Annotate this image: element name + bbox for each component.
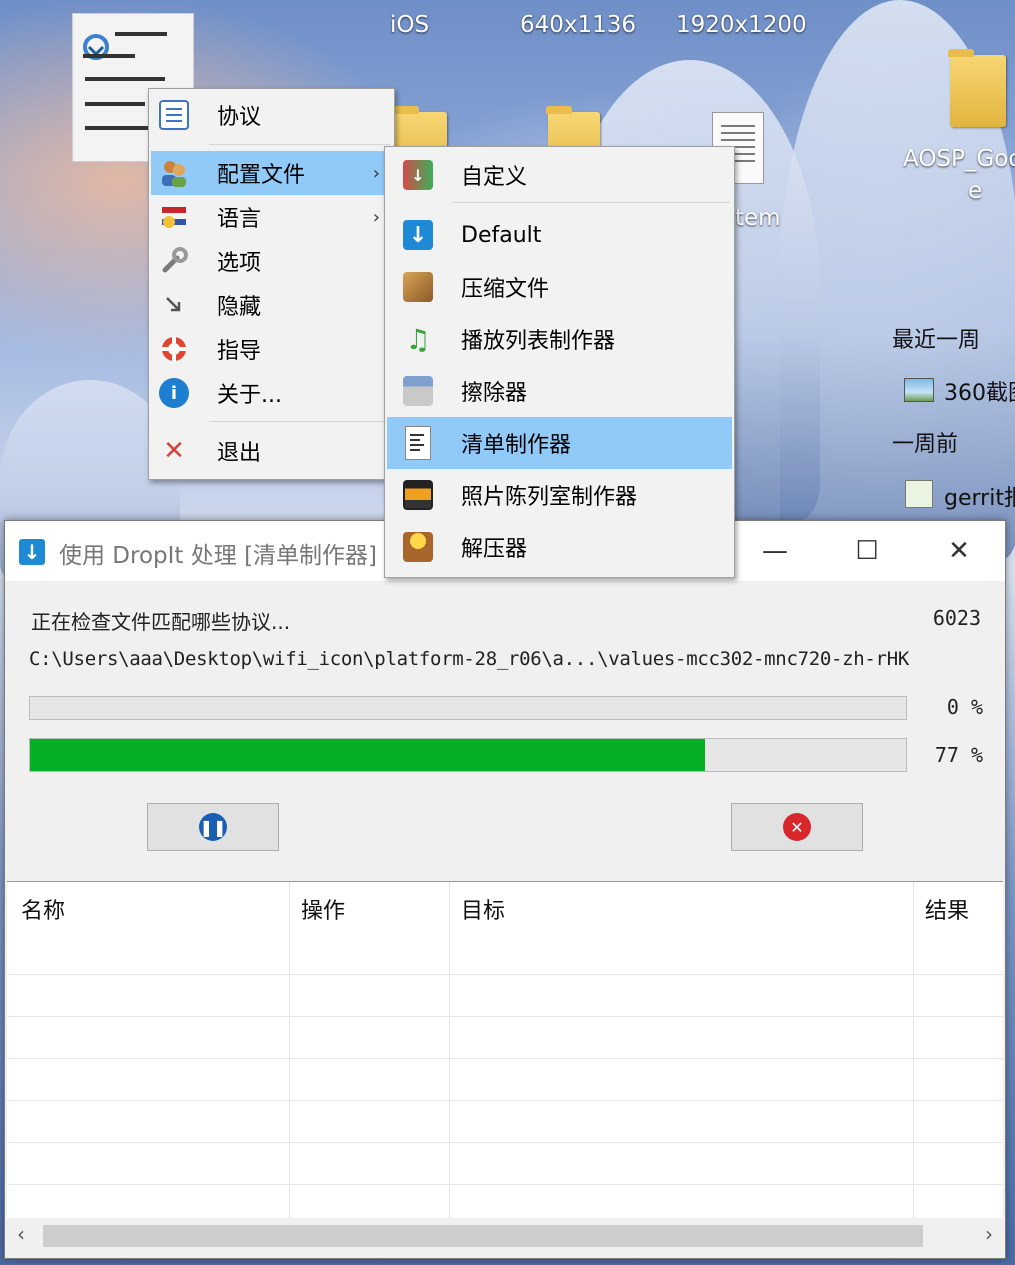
submenu-item-default[interactable]: ↓ Default xyxy=(387,209,732,261)
open-box-icon xyxy=(395,524,441,570)
menu-item-profiles[interactable]: 配置文件 › xyxy=(151,151,392,195)
submenu-item-label: 播放列表制作器 xyxy=(461,329,616,354)
menu-item-label: 隐藏 xyxy=(217,295,262,320)
desktop-label-aosp-wrap[interactable]: e xyxy=(968,178,982,204)
users-icon xyxy=(157,156,191,190)
image-file-icon xyxy=(904,378,934,402)
desktop-folder-icon[interactable] xyxy=(948,49,1006,127)
menu-item-exit[interactable]: ✕ 退出 xyxy=(151,429,392,473)
menu-item-label: 语言 xyxy=(217,207,262,232)
list-icon xyxy=(157,98,191,132)
pause-button[interactable]: ❚❚ xyxy=(147,803,279,851)
menu-item-language[interactable]: 语言 › xyxy=(151,195,392,239)
submenu-item-custom[interactable]: ↓ 自定义 xyxy=(387,149,732,201)
menu-separator xyxy=(453,202,730,203)
close-button[interactable]: ✕ xyxy=(913,521,1005,581)
menu-item-about[interactable]: i 关于... xyxy=(151,371,392,415)
explorer-group-recent-week: 最近一周 xyxy=(892,328,981,353)
dropit-app-icon: ↓ xyxy=(19,539,45,565)
submenu-item-label: 压缩文件 xyxy=(461,277,550,302)
total-progress-fill xyxy=(30,739,705,771)
scrollbar-thumb[interactable] xyxy=(43,1225,923,1247)
submenu-item-extractor[interactable]: 解压器 xyxy=(387,521,732,573)
status-text: 正在检查文件匹配哪些协议... xyxy=(31,610,291,634)
menu-separator xyxy=(209,144,390,145)
download-arrow-icon: ↓ xyxy=(395,212,441,258)
minimize-button[interactable]: — xyxy=(729,521,821,581)
shredder-icon xyxy=(395,368,441,414)
stop-icon: ✕ xyxy=(783,813,811,841)
info-icon: i xyxy=(157,376,191,410)
explorer-item-screenshot[interactable]: 360截图 xyxy=(944,375,1015,407)
menu-item-label: 退出 xyxy=(217,441,262,466)
file-count: 6023 xyxy=(932,606,981,630)
custom-profile-icon: ↓ xyxy=(395,152,441,198)
desktop-label-ios[interactable]: iOS xyxy=(390,12,429,38)
wrench-icon xyxy=(157,244,191,278)
maximize-button[interactable]: ☐ xyxy=(821,521,913,581)
total-progress-percent: 77 % xyxy=(934,743,983,767)
menu-item-label: 配置文件 xyxy=(217,163,306,188)
column-header-name[interactable]: 名称 xyxy=(21,882,65,936)
current-file-path: C:\Users\aaa\Desktop\wifi_icon\platform-… xyxy=(29,648,909,670)
menu-item-label: 选项 xyxy=(217,251,262,276)
desktop-label-res1[interactable]: 640x1136 xyxy=(520,12,636,38)
menu-item-options[interactable]: 选项 xyxy=(151,239,392,283)
submenu-item-list-maker[interactable]: 清单制作器 xyxy=(387,417,732,469)
file-progress-percent: 0 % xyxy=(946,695,983,719)
file-progress-bar xyxy=(29,696,907,720)
stop-button[interactable]: ✕ xyxy=(731,803,863,851)
photo-icon xyxy=(395,472,441,518)
desktop-label-item[interactable]: tem xyxy=(735,205,781,231)
total-progress-bar xyxy=(29,738,907,772)
lifebuoy-icon xyxy=(157,332,191,366)
hide-arrow-icon xyxy=(157,288,191,322)
submenu-item-label: 照片陈列室制作器 xyxy=(461,485,638,510)
desktop-label-aosp[interactable]: AOSP_Goo xyxy=(903,146,1015,172)
exit-x-icon: ✕ xyxy=(163,436,185,466)
menu-item-guide[interactable]: 指导 xyxy=(151,327,392,371)
submenu-item-label: 自定义 xyxy=(461,165,528,190)
column-header-action[interactable]: 操作 xyxy=(301,882,345,936)
profiles-submenu: ↓ 自定义 ↓ Default 压缩文件 ♫ 播放列表制作器 擦除器 清单制作器… xyxy=(384,146,735,578)
box-icon xyxy=(395,264,441,310)
menu-item-hide[interactable]: 隐藏 xyxy=(151,283,392,327)
scroll-left-button[interactable]: ‹ xyxy=(17,1222,25,1246)
column-header-result[interactable]: 结果 xyxy=(925,882,969,936)
submenu-item-label: 擦除器 xyxy=(461,381,528,406)
results-list[interactable]: 名称 操作 目标 结果 xyxy=(7,881,1003,1219)
menu-item-label: 指导 xyxy=(217,339,262,364)
submenu-arrow-icon: › xyxy=(372,206,380,228)
scroll-right-button[interactable]: › xyxy=(985,1222,993,1246)
column-header-destination[interactable]: 目标 xyxy=(461,882,505,936)
submenu-item-gallery[interactable]: 照片陈列室制作器 xyxy=(387,469,732,521)
submenu-item-label: Default xyxy=(461,222,542,248)
text-file-icon xyxy=(905,480,933,508)
submenu-arrow-icon: › xyxy=(372,162,380,184)
music-note-icon: ♫ xyxy=(405,322,431,356)
submenu-item-eraser[interactable]: 擦除器 xyxy=(387,365,732,417)
desktop-label-res2[interactable]: 1920x1200 xyxy=(676,12,807,38)
dialog-title: 使用 DropIt 处理 [清单制作器] xyxy=(59,543,378,569)
menu-item-label: 协议 xyxy=(217,105,262,130)
list-document-icon xyxy=(395,420,441,466)
menu-separator xyxy=(209,421,390,422)
horizontal-scrollbar[interactable]: ‹ › xyxy=(7,1218,1003,1252)
submenu-item-playlist[interactable]: ♫ 播放列表制作器 xyxy=(387,313,732,365)
submenu-item-label: 解压器 xyxy=(461,537,528,562)
flag-icon xyxy=(157,200,191,234)
menu-item-label: 关于... xyxy=(217,383,282,408)
submenu-item-compress[interactable]: 压缩文件 xyxy=(387,261,732,313)
explorer-group-week-ago: 一周前 xyxy=(892,432,959,457)
explorer-item-gerrit[interactable]: gerrit报 xyxy=(944,480,1015,512)
pause-icon: ❚❚ xyxy=(199,813,227,841)
menu-item-associations[interactable]: 协议 xyxy=(151,93,392,137)
dropit-progress-dialog: ↓ 使用 DropIt 处理 [清单制作器] — ☐ ✕ 正在检查文件匹配哪些协… xyxy=(4,520,1006,1259)
submenu-item-label: 清单制作器 xyxy=(461,433,572,458)
dropit-context-menu: 协议 配置文件 › 语言 › 选项 隐藏 指导 i 关于... ✕ 退出 xyxy=(148,88,395,480)
